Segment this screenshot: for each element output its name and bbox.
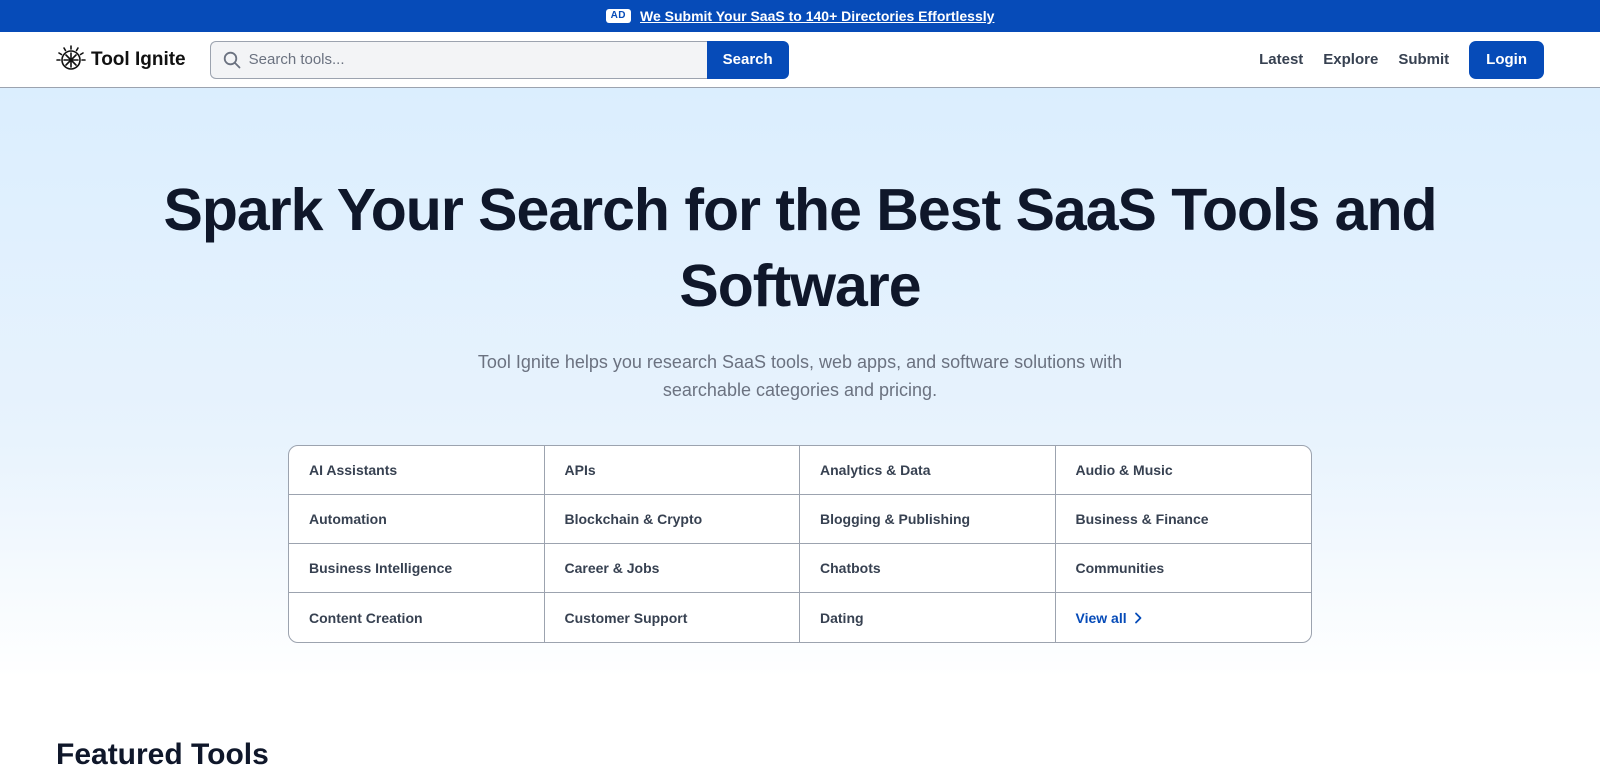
category-item[interactable]: Content Creation xyxy=(289,593,545,642)
category-item[interactable]: Customer Support xyxy=(545,593,800,642)
category-grid: AI Assistants APIs Analytics & Data Audi… xyxy=(288,445,1312,643)
view-all-label: View all xyxy=(1075,609,1127,626)
featured-section: Featured Tools xyxy=(0,678,1600,772)
category-item[interactable]: Chatbots xyxy=(800,544,1056,593)
category-item[interactable]: AI Assistants xyxy=(289,446,545,495)
logo[interactable]: Tool Ignite xyxy=(56,44,186,75)
category-item[interactable]: Dating xyxy=(800,593,1056,642)
logo-text: Tool Ignite xyxy=(91,48,186,70)
featured-title: Featured Tools xyxy=(56,738,269,771)
hero-subtitle: Tool Ignite helps you research SaaS tool… xyxy=(477,352,1123,400)
main-nav: Latest Explore Submit Login xyxy=(1259,40,1544,79)
category-item[interactable]: Blockchain & Crypto xyxy=(544,495,800,544)
ad-banner: AD We Submit Your SaaS to 140+ Directori… xyxy=(0,0,1600,32)
category-item[interactable]: Career & Jobs xyxy=(544,544,800,593)
search-field-container[interactable] xyxy=(209,40,707,79)
view-all-link[interactable]: View all xyxy=(1056,593,1312,642)
logo-sun-icon xyxy=(56,44,86,70)
category-item[interactable]: Communities xyxy=(1055,544,1311,593)
hero-title: Spark Your Search for the Best SaaS Tool… xyxy=(163,177,1437,319)
category-item[interactable]: APIs xyxy=(544,446,800,495)
chevron-right-icon xyxy=(1134,612,1142,623)
category-item[interactable]: Automation xyxy=(289,495,545,544)
hero-section: Spark Your Search for the Best SaaS Tool… xyxy=(0,88,1600,678)
search-bar: Search xyxy=(209,40,789,79)
nav-latest[interactable]: Latest xyxy=(1259,51,1303,68)
nav-explore[interactable]: Explore xyxy=(1323,51,1378,68)
search-input[interactable] xyxy=(248,51,689,68)
ad-badge: AD xyxy=(605,9,632,23)
category-item[interactable]: Audio & Music xyxy=(1055,446,1311,495)
login-button[interactable]: Login xyxy=(1469,40,1544,79)
ad-link[interactable]: We Submit Your SaaS to 140+ Directories … xyxy=(640,8,994,24)
nav-submit[interactable]: Submit xyxy=(1398,51,1449,68)
site-header: Tool Ignite Search Latest Explore Submit… xyxy=(0,32,1600,88)
search-button[interactable]: Search xyxy=(706,40,789,79)
category-item[interactable]: Analytics & Data xyxy=(800,446,1056,495)
category-item[interactable]: Business Intelligence xyxy=(289,544,545,593)
category-item[interactable]: Blogging & Publishing xyxy=(800,495,1056,544)
search-icon xyxy=(223,51,241,68)
category-item[interactable]: Business & Finance xyxy=(1055,495,1311,544)
